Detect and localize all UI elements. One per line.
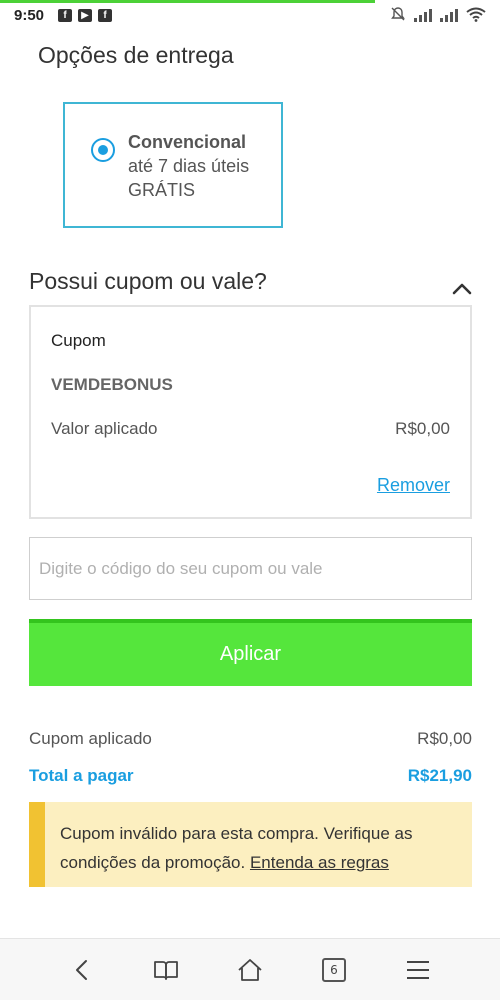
tabs-button[interactable]: 6 <box>314 950 354 990</box>
signal-icon <box>414 8 432 22</box>
home-button[interactable] <box>230 950 270 990</box>
system-icons <box>390 6 486 22</box>
delivery-radio-selected[interactable] <box>91 138 115 162</box>
applied-value-amount: R$0,00 <box>395 419 450 438</box>
bookmarks-button[interactable] <box>146 950 186 990</box>
delivery-option-price: GRÁTIS <box>128 180 196 200</box>
applied-coupon-card: Cupom VEMDEBONUS Valor aplicado R$0,00 R… <box>29 305 472 519</box>
status-time: 9:50 <box>14 7 45 24</box>
back-button[interactable] <box>62 950 102 990</box>
delivery-option-time: até 7 dias úteis <box>128 156 250 176</box>
coupon-section-title: Possui cupom ou vale? <box>29 268 267 294</box>
bell-muted-icon <box>391 7 405 21</box>
home-icon <box>238 958 262 981</box>
menu-button[interactable] <box>398 950 438 990</box>
chevron-up-icon[interactable] <box>452 283 472 295</box>
coupon-code: VEMDEBONUS <box>51 375 173 394</box>
browser-bottom-nav: 6 <box>0 938 500 1000</box>
coupon-label: Cupom <box>51 331 106 350</box>
bookmarks-icon <box>154 960 178 980</box>
signal-icon <box>440 8 458 22</box>
alert-message: Cupom inválido para esta compra. Verifiq… <box>60 819 470 877</box>
delivery-option-conventional[interactable]: Convencional até 7 dias úteis GRÁTIS <box>63 102 283 228</box>
coupon-applied-value: R$0,00 <box>417 729 472 748</box>
coupon-applied-row: Cupom aplicado R$0,00 <box>29 729 472 749</box>
status-bar: 9:50 f ▶ f <box>0 0 500 30</box>
page-load-progress <box>0 0 375 3</box>
rules-link[interactable]: Entenda as regras <box>250 853 389 872</box>
facebook-icon: f <box>98 9 112 22</box>
invalid-coupon-alert: Cupom inválido para esta compra. Verifiq… <box>29 802 472 887</box>
coupon-code-input[interactable] <box>29 537 472 600</box>
apply-coupon-button[interactable]: Aplicar <box>29 619 472 686</box>
delivery-option-name: Convencional <box>128 132 247 152</box>
remove-coupon-link[interactable]: Remover <box>377 475 450 496</box>
youtube-icon: ▶ <box>78 9 92 22</box>
total-row: Total a pagar R$21,90 <box>29 766 472 786</box>
total-label: Total a pagar <box>29 766 134 785</box>
delivery-options-title: Opções de entrega <box>38 42 234 68</box>
total-value: R$21,90 <box>407 766 472 785</box>
notification-icons: f ▶ f <box>58 9 112 22</box>
tabs-icon: 6 <box>322 957 346 982</box>
facebook-icon: f <box>58 9 72 22</box>
coupon-applied-label: Cupom aplicado <box>29 729 152 748</box>
applied-value-label: Valor aplicado <box>51 419 158 438</box>
menu-icon <box>407 960 429 979</box>
back-icon <box>76 959 87 980</box>
wifi-icon <box>466 7 486 22</box>
